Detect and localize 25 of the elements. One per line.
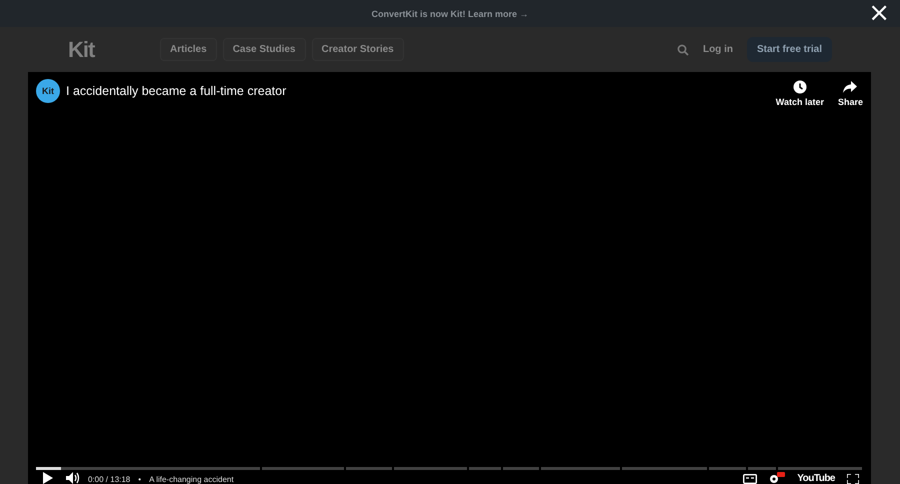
nav-link[interactable]: Case Studies [222, 38, 306, 61]
video-player[interactable]: Kit I accidentally became a full-time creator Watch later Share 0:00 / 13:18 • A life-changing accident YouTube [28, 72, 871, 484]
chapter-title[interactable]: A life-changing accident [149, 475, 234, 484]
time-display: 0:00 / 13:18 [88, 475, 130, 484]
watch-later-button[interactable]: Watch later [776, 80, 824, 107]
login-link[interactable]: Log in [702, 44, 733, 55]
fullscreen-icon[interactable] [847, 474, 859, 484]
separator-dot: • [138, 475, 142, 484]
progress-track[interactable] [36, 467, 864, 470]
clock-icon [792, 80, 807, 94]
search-icon[interactable] [676, 44, 689, 56]
captions-icon[interactable] [743, 474, 758, 484]
logo[interactable]: Kit [68, 36, 160, 62]
nav-link[interactable]: Articles [160, 38, 217, 61]
close-button[interactable]: × [868, 2, 890, 24]
volume-icon[interactable] [66, 472, 80, 484]
play-icon[interactable] [42, 472, 54, 484]
share-arrow-icon [842, 80, 858, 94]
channel-avatar[interactable]: Kit [36, 79, 60, 103]
announcement-text[interactable]: ConvertKit is now Kit! Learn more → [371, 8, 529, 18]
start-trial-button[interactable]: Start free trial [746, 37, 832, 62]
nav-link[interactable]: Creator Stories [312, 38, 404, 61]
youtube-logo[interactable]: YouTube [797, 473, 835, 484]
video-title[interactable]: I accidentally became a full-time creator [66, 84, 286, 98]
share-button[interactable]: Share [838, 80, 863, 107]
